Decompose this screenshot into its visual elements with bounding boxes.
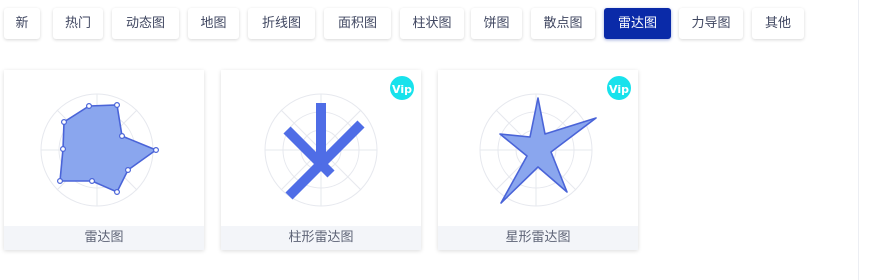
chart-card-bar-radar[interactable]: Vip 柱形雷达图	[221, 70, 421, 250]
tab-map[interactable]: 地图	[188, 8, 239, 39]
tab-other[interactable]: 其他	[752, 8, 804, 39]
chart-card-title: 雷达图	[4, 226, 204, 250]
tab-bar[interactable]: 柱状图	[400, 8, 464, 39]
tab-force-directed[interactable]: 力导图	[679, 8, 743, 39]
tab-line[interactable]: 折线图	[248, 8, 315, 39]
chart-card-star-radar[interactable]: Vip 星形雷达图	[438, 70, 638, 250]
chart-card-title: 柱形雷达图	[221, 226, 421, 250]
tab-pie[interactable]: 饼图	[471, 8, 522, 39]
tab-scatter[interactable]: 散点图	[531, 8, 595, 39]
chart-card-radar[interactable]: 雷达图	[4, 70, 204, 250]
vip-badge: Vip	[605, 74, 633, 102]
panel-divider	[858, 0, 859, 280]
tab-new[interactable]: 新	[4, 8, 40, 39]
tab-popular[interactable]: 热门	[53, 8, 103, 39]
vip-badge: Vip	[388, 74, 416, 102]
tab-radar[interactable]: 雷达图	[604, 8, 671, 39]
chart-card-title: 星形雷达图	[438, 226, 638, 250]
tab-animated[interactable]: 动态图	[112, 8, 179, 39]
tab-area[interactable]: 面积图	[324, 8, 391, 39]
radar-chart-thumbnail	[40, 93, 160, 207]
